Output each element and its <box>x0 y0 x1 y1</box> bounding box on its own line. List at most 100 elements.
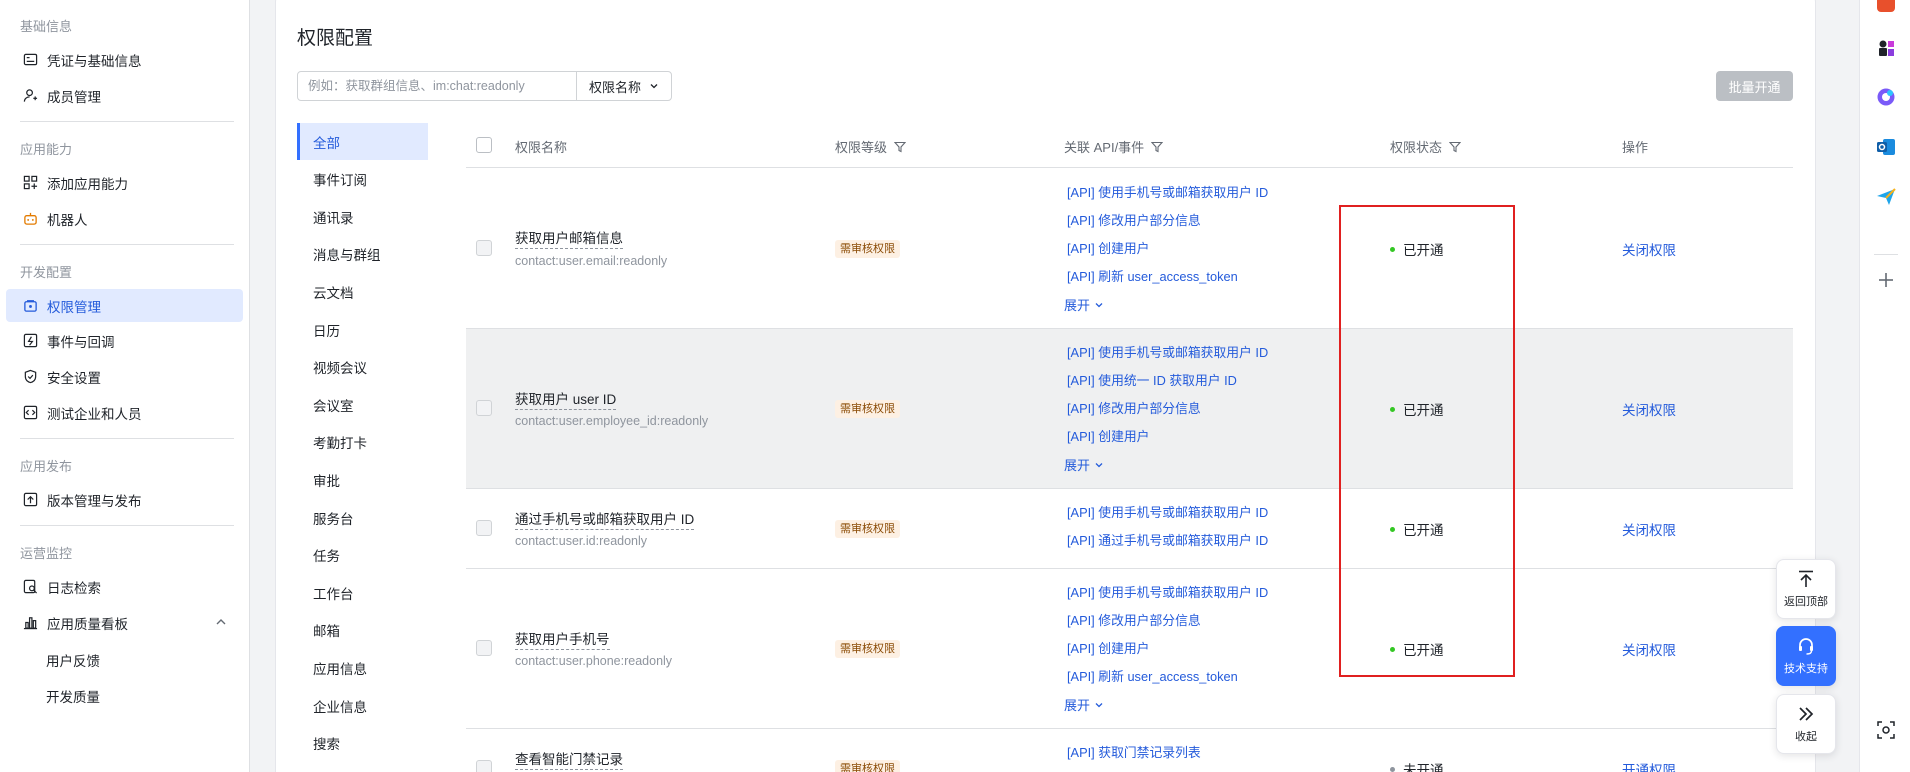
upload-icon <box>22 492 38 508</box>
filter-icon[interactable] <box>1151 141 1164 153</box>
expand-button[interactable]: 展开 <box>1064 455 1104 474</box>
category-mail[interactable]: 邮箱 <box>297 612 428 649</box>
perm-code: contact:user.phone:readonly <box>515 654 673 668</box>
rail-divider <box>1874 254 1898 255</box>
toggle-permission-link[interactable]: 关闭权限 <box>1622 399 1676 419</box>
category-attendance[interactable]: 考勤打卡 <box>297 424 428 461</box>
perm-level-badge: 需审核权限 <box>835 760 900 772</box>
select-all-checkbox[interactable] <box>476 137 492 153</box>
category-company-info[interactable]: 企业信息 <box>297 687 428 724</box>
screenshot-icon[interactable] <box>1875 719 1897 741</box>
api-link[interactable]: [API] 修改用户部分信息 <box>1067 610 1201 629</box>
expand-button[interactable]: 展开 <box>1064 295 1104 314</box>
api-link[interactable]: [API] 使用手机号或邮箱获取用户 ID <box>1067 582 1268 601</box>
batch-enable-button[interactable]: 批量开通 <box>1716 71 1793 101</box>
table-header: 权限名称 权限等级 关联 API/事件 权限状态 操作 <box>466 123 1793 168</box>
test-icon <box>22 405 38 421</box>
header-action: 操作 <box>1622 140 1649 155</box>
sidebar-subitem-dev-quality[interactable]: 开发质量 <box>46 686 100 706</box>
header-api: 关联 API/事件 <box>1064 137 1164 156</box>
category-approval[interactable]: 审批 <box>297 461 428 498</box>
row-checkbox[interactable] <box>476 640 492 656</box>
plus-icon[interactable] <box>1875 269 1897 291</box>
sidebar-item-log-search[interactable]: 日志检索 <box>6 570 243 603</box>
back-to-top-button[interactable]: 返回顶部 <box>1776 559 1836 619</box>
api-link[interactable]: [API] 获取门禁记录列表 <box>1067 742 1201 761</box>
api-link[interactable]: [API] 修改用户部分信息 <box>1067 210 1201 229</box>
perm-name: 通过手机号或邮箱获取用户 ID <box>515 508 695 530</box>
sidebar-item-quality-board[interactable]: 应用质量看板 <box>6 606 243 639</box>
status-badge: 已开通 <box>1390 639 1444 659</box>
perm-level-badge: 需审核权限 <box>835 240 900 258</box>
sidebar-item-members[interactable]: 成员管理 <box>6 79 243 112</box>
sidebar-item-security[interactable]: 安全设置 <box>6 360 243 393</box>
sidebar-subitem-feedback[interactable]: 用户反馈 <box>46 650 100 670</box>
api-link[interactable]: [API] 修改用户部分信息 <box>1067 398 1201 417</box>
app-red-icon[interactable] <box>1875 0 1897 14</box>
api-link[interactable]: [API] 刷新 user_access_token <box>1067 666 1238 685</box>
sidebar-divider <box>20 438 234 439</box>
sidebar-item-robot[interactable]: 机器人 <box>6 202 243 235</box>
category-workplace[interactable]: 工作台 <box>297 574 428 611</box>
row-checkbox[interactable] <box>476 400 492 416</box>
category-tasks[interactable]: 任务 <box>297 537 428 574</box>
arrow-up-icon <box>1799 570 1813 587</box>
toggle-permission-link[interactable]: 关闭权限 <box>1622 519 1676 539</box>
filter-icon[interactable] <box>1449 141 1462 153</box>
category-contacts[interactable]: 通讯录 <box>297 198 428 235</box>
sidebar-item-label: 安全设置 <box>47 370 101 386</box>
category-messages[interactable]: 消息与群组 <box>297 236 428 273</box>
api-link[interactable]: [API] 使用统一 ID 获取用户 ID <box>1067 370 1237 389</box>
chevron-down-icon <box>1095 702 1103 707</box>
copilot-icon[interactable] <box>1875 86 1897 108</box>
api-link[interactable]: [API] 使用手机号或邮箱获取用户 ID <box>1067 342 1268 361</box>
status-dot <box>1390 526 1395 532</box>
toggle-permission-link[interactable]: 开通权限 <box>1622 759 1676 772</box>
status-badge: 已开通 <box>1390 239 1444 259</box>
sidebar-item-events[interactable]: 事件与回调 <box>6 324 243 357</box>
sidebar-item-versions[interactable]: 版本管理与发布 <box>6 483 243 516</box>
api-link[interactable]: [API] 创建用户 <box>1067 238 1149 257</box>
chevron-up-icon[interactable] <box>214 615 228 629</box>
category-app-info[interactable]: 应用信息 <box>297 649 428 686</box>
robot-icon <box>22 211 38 227</box>
category-search[interactable]: 搜索 <box>297 725 428 762</box>
category-docs[interactable]: 云文档 <box>297 273 428 310</box>
search-field-select[interactable]: 权限名称 <box>576 71 672 101</box>
category-all[interactable]: 全部 <box>297 123 428 160</box>
api-link[interactable]: [API] 使用手机号或邮箱获取用户 ID <box>1067 502 1268 521</box>
api-link[interactable]: [API] 通过手机号或邮箱获取用户 ID <box>1067 530 1268 549</box>
sidebar-item-test-org[interactable]: 测试企业和人员 <box>6 396 243 429</box>
sidebar-item-permissions[interactable]: 权限管理 <box>6 289 243 322</box>
category-helpdesk[interactable]: 服务台 <box>297 499 428 536</box>
api-link[interactable]: [API] 创建用户 <box>1067 426 1149 445</box>
filter-icon[interactable] <box>894 141 907 153</box>
perm-code: contact:user.email:readonly <box>515 254 668 268</box>
tech-support-button[interactable]: 技术支持 <box>1776 626 1836 686</box>
expand-button[interactable]: 展开 <box>1064 695 1104 714</box>
sidebar-item-credentials[interactable]: 凭证与基础信息 <box>6 43 243 76</box>
table-row: 通过手机号或邮箱获取用户 ID contact:user.id:readonly… <box>466 489 1793 569</box>
send-icon[interactable] <box>1875 186 1897 208</box>
toggle-permission-link[interactable]: 关闭权限 <box>1622 639 1676 659</box>
row-checkbox[interactable] <box>476 760 492 772</box>
sidebar-item-label: 机器人 <box>47 212 88 228</box>
search-input[interactable] <box>297 71 577 101</box>
headset-icon <box>1799 638 1813 655</box>
category-meeting-room[interactable]: 会议室 <box>297 386 428 423</box>
api-link[interactable]: [API] 使用手机号或邮箱获取用户 ID <box>1067 182 1268 201</box>
category-calendar[interactable]: 日历 <box>297 311 428 348</box>
api-link[interactable]: [API] 创建用户 <box>1067 638 1149 657</box>
toggle-permission-link[interactable]: 关闭权限 <box>1622 239 1676 259</box>
outlook-icon[interactable] <box>1875 136 1897 158</box>
credential-icon <box>22 52 38 68</box>
collapse-button[interactable]: 收起 <box>1776 694 1836 754</box>
row-checkbox[interactable] <box>476 520 492 536</box>
chess-icon[interactable] <box>1875 37 1897 59</box>
category-events[interactable]: 事件订阅 <box>297 161 428 198</box>
apps-icon <box>22 175 38 191</box>
api-link[interactable]: [API] 刷新 user_access_token <box>1067 266 1238 285</box>
row-checkbox[interactable] <box>476 240 492 256</box>
category-video-meeting[interactable]: 视频会议 <box>297 349 428 386</box>
sidebar-item-add-capability[interactable]: 添加应用能力 <box>6 166 243 199</box>
